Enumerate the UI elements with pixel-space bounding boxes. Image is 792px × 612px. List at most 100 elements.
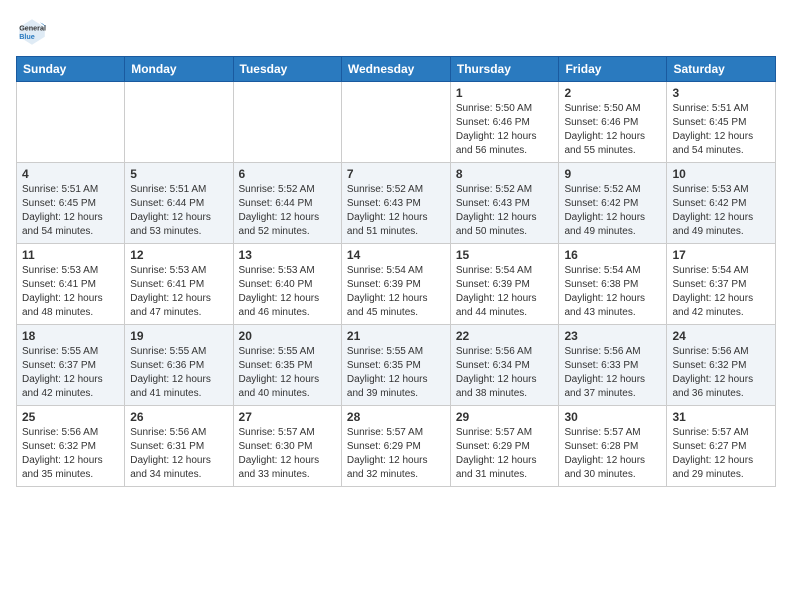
- day-number: 18: [22, 329, 119, 343]
- day-info: Sunrise: 5:57 AM Sunset: 6:28 PM Dayligh…: [564, 426, 661, 482]
- day-number: 14: [347, 248, 445, 262]
- day-number: 17: [672, 248, 770, 262]
- day-cell: 16 Sunrise: 5:54 AM Sunset: 6:38 PM Dayli…: [559, 244, 667, 325]
- svg-text:General: General: [19, 23, 46, 32]
- day-cell: 31Sunrise: 5:57 AM Sunset: 6:27 PM Dayli…: [667, 406, 776, 487]
- day-info: Sunrise: 5:54 AM Sunset: 6:37 PM Dayligh…: [672, 264, 770, 320]
- day-cell: 6 Sunrise: 5:52 AM Sunset: 6:44 PM Daylig…: [233, 163, 341, 244]
- header-saturday: Saturday: [667, 57, 776, 82]
- day-cell: 26 Sunrise: 5:56 AM Sunset: 6:31 PM Dayli…: [125, 406, 233, 487]
- header-monday: Monday: [125, 57, 233, 82]
- day-cell: [17, 82, 125, 163]
- day-number: 23: [564, 329, 661, 343]
- day-cell: 11Sunrise: 5:53 AM Sunset: 6:41 PM Dayli…: [17, 244, 125, 325]
- day-number: 10: [672, 167, 770, 181]
- week-row-5: 25 Sunrise: 5:56 AM Sunset: 6:32 PM Dayli…: [17, 406, 776, 487]
- day-info: Sunrise: 5:55 AM Sunset: 6:35 PM Dayligh…: [347, 345, 445, 401]
- week-row-3: 11Sunrise: 5:53 AM Sunset: 6:41 PM Dayli…: [17, 244, 776, 325]
- day-info: Sunrise: 5:53 AM Sunset: 6:42 PM Dayligh…: [672, 183, 770, 239]
- day-cell: 25 Sunrise: 5:56 AM Sunset: 6:32 PM Dayli…: [17, 406, 125, 487]
- day-number: 1: [456, 86, 554, 100]
- day-number: 4: [22, 167, 119, 181]
- day-cell: 19Sunrise: 5:55 AM Sunset: 6:36 PM Dayli…: [125, 325, 233, 406]
- day-info: Sunrise: 5:55 AM Sunset: 6:37 PM Dayligh…: [22, 345, 119, 401]
- day-number: 22: [456, 329, 554, 343]
- day-info: Sunrise: 5:56 AM Sunset: 6:33 PM Dayligh…: [564, 345, 661, 401]
- page-header: General Blue: [16, 16, 776, 48]
- day-number: 16: [564, 248, 661, 262]
- day-cell: 5 Sunrise: 5:51 AM Sunset: 6:44 PM Daylig…: [125, 163, 233, 244]
- day-info: Sunrise: 5:51 AM Sunset: 6:45 PM Dayligh…: [22, 183, 119, 239]
- day-info: Sunrise: 5:50 AM Sunset: 6:46 PM Dayligh…: [456, 102, 554, 158]
- day-cell: 14 Sunrise: 5:54 AM Sunset: 6:39 PM Dayli…: [341, 244, 450, 325]
- day-cell: [233, 82, 341, 163]
- day-number: 20: [239, 329, 336, 343]
- day-number: 26: [130, 410, 227, 424]
- day-info: Sunrise: 5:54 AM Sunset: 6:38 PM Dayligh…: [564, 264, 661, 320]
- day-info: Sunrise: 5:53 AM Sunset: 6:41 PM Dayligh…: [22, 264, 119, 320]
- day-cell: 12Sunrise: 5:53 AM Sunset: 6:41 PM Dayli…: [125, 244, 233, 325]
- day-info: Sunrise: 5:51 AM Sunset: 6:45 PM Dayligh…: [672, 102, 770, 158]
- header-wednesday: Wednesday: [341, 57, 450, 82]
- day-cell: 28 Sunrise: 5:57 AM Sunset: 6:29 PM Dayli…: [341, 406, 450, 487]
- day-cell: 10 Sunrise: 5:53 AM Sunset: 6:42 PM Dayli…: [667, 163, 776, 244]
- day-info: Sunrise: 5:57 AM Sunset: 6:30 PM Dayligh…: [239, 426, 336, 482]
- day-info: Sunrise: 5:56 AM Sunset: 6:34 PM Dayligh…: [456, 345, 554, 401]
- calendar-header-row: SundayMondayTuesdayWednesdayThursdayFrid…: [17, 57, 776, 82]
- svg-text:Blue: Blue: [19, 32, 35, 41]
- day-cell: 30 Sunrise: 5:57 AM Sunset: 6:28 PM Dayli…: [559, 406, 667, 487]
- day-number: 2: [564, 86, 661, 100]
- header-friday: Friday: [559, 57, 667, 82]
- logo: General Blue: [16, 16, 52, 48]
- day-cell: 15Sunrise: 5:54 AM Sunset: 6:39 PM Dayli…: [450, 244, 559, 325]
- day-info: Sunrise: 5:52 AM Sunset: 6:42 PM Dayligh…: [564, 183, 661, 239]
- day-number: 3: [672, 86, 770, 100]
- day-number: 13: [239, 248, 336, 262]
- day-cell: 4 Sunrise: 5:51 AM Sunset: 6:45 PM Daylig…: [17, 163, 125, 244]
- day-info: Sunrise: 5:52 AM Sunset: 6:43 PM Dayligh…: [456, 183, 554, 239]
- day-number: 12: [130, 248, 227, 262]
- header-tuesday: Tuesday: [233, 57, 341, 82]
- day-number: 27: [239, 410, 336, 424]
- day-cell: 23 Sunrise: 5:56 AM Sunset: 6:33 PM Dayli…: [559, 325, 667, 406]
- day-info: Sunrise: 5:52 AM Sunset: 6:44 PM Dayligh…: [239, 183, 336, 239]
- day-info: Sunrise: 5:50 AM Sunset: 6:46 PM Dayligh…: [564, 102, 661, 158]
- week-row-4: 18 Sunrise: 5:55 AM Sunset: 6:37 PM Dayli…: [17, 325, 776, 406]
- day-cell: 27 Sunrise: 5:57 AM Sunset: 6:30 PM Dayli…: [233, 406, 341, 487]
- day-cell: 8Sunrise: 5:52 AM Sunset: 6:43 PM Daylig…: [450, 163, 559, 244]
- day-info: Sunrise: 5:55 AM Sunset: 6:35 PM Dayligh…: [239, 345, 336, 401]
- week-row-2: 4 Sunrise: 5:51 AM Sunset: 6:45 PM Daylig…: [17, 163, 776, 244]
- day-cell: 21 Sunrise: 5:55 AM Sunset: 6:35 PM Dayli…: [341, 325, 450, 406]
- day-info: Sunrise: 5:52 AM Sunset: 6:43 PM Dayligh…: [347, 183, 445, 239]
- day-info: Sunrise: 5:57 AM Sunset: 6:29 PM Dayligh…: [456, 426, 554, 482]
- day-number: 21: [347, 329, 445, 343]
- day-number: 29: [456, 410, 554, 424]
- day-number: 6: [239, 167, 336, 181]
- day-info: Sunrise: 5:53 AM Sunset: 6:40 PM Dayligh…: [239, 264, 336, 320]
- day-cell: 7 Sunrise: 5:52 AM Sunset: 6:43 PM Daylig…: [341, 163, 450, 244]
- day-cell: 29 Sunrise: 5:57 AM Sunset: 6:29 PM Dayli…: [450, 406, 559, 487]
- day-number: 19: [130, 329, 227, 343]
- day-info: Sunrise: 5:57 AM Sunset: 6:29 PM Dayligh…: [347, 426, 445, 482]
- day-number: 5: [130, 167, 227, 181]
- day-info: Sunrise: 5:54 AM Sunset: 6:39 PM Dayligh…: [347, 264, 445, 320]
- day-cell: 13 Sunrise: 5:53 AM Sunset: 6:40 PM Dayli…: [233, 244, 341, 325]
- day-cell: 24Sunrise: 5:56 AM Sunset: 6:32 PM Dayli…: [667, 325, 776, 406]
- day-cell: 22 Sunrise: 5:56 AM Sunset: 6:34 PM Dayli…: [450, 325, 559, 406]
- day-number: 15: [456, 248, 554, 262]
- day-number: 9: [564, 167, 661, 181]
- day-number: 7: [347, 167, 445, 181]
- day-cell: 9 Sunrise: 5:52 AM Sunset: 6:42 PM Daylig…: [559, 163, 667, 244]
- day-info: Sunrise: 5:56 AM Sunset: 6:32 PM Dayligh…: [22, 426, 119, 482]
- day-cell: 17 Sunrise: 5:54 AM Sunset: 6:37 PM Dayli…: [667, 244, 776, 325]
- day-number: 30: [564, 410, 661, 424]
- calendar-table: SundayMondayTuesdayWednesdayThursdayFrid…: [16, 56, 776, 487]
- day-number: 24: [672, 329, 770, 343]
- header-thursday: Thursday: [450, 57, 559, 82]
- day-info: Sunrise: 5:51 AM Sunset: 6:44 PM Dayligh…: [130, 183, 227, 239]
- week-row-1: 1 Sunrise: 5:50 AM Sunset: 6:46 PM Daylig…: [17, 82, 776, 163]
- day-cell: 1 Sunrise: 5:50 AM Sunset: 6:46 PM Daylig…: [450, 82, 559, 163]
- day-number: 28: [347, 410, 445, 424]
- day-info: Sunrise: 5:56 AM Sunset: 6:31 PM Dayligh…: [130, 426, 227, 482]
- day-number: 25: [22, 410, 119, 424]
